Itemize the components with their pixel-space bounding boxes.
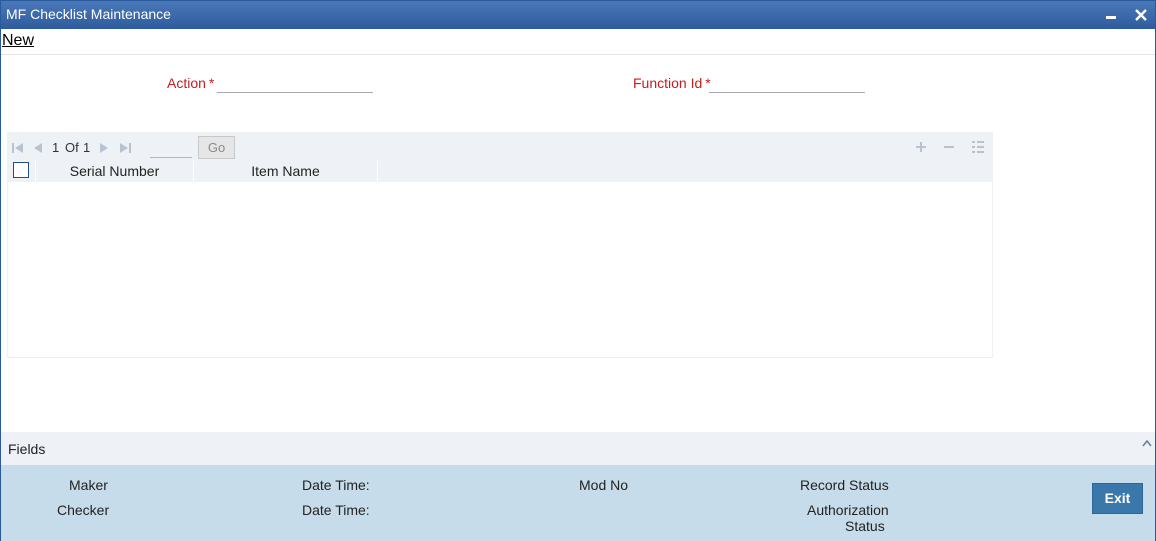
window-title: MF Checklist Maintenance	[6, 6, 171, 22]
go-button[interactable]: Go	[198, 136, 235, 159]
previous-page-icon[interactable]	[31, 141, 45, 155]
record-status-label: Record Status	[800, 477, 889, 493]
select-all-checkbox[interactable]	[13, 162, 29, 178]
title-bar: MF Checklist Maintenance	[1, 1, 1155, 29]
first-page-icon[interactable]	[11, 141, 25, 155]
total-pages: 1	[83, 140, 91, 155]
page-number-input[interactable]	[150, 138, 192, 158]
next-page-icon[interactable]	[97, 141, 111, 155]
fields-section-header[interactable]: Fields	[1, 432, 1155, 465]
fields-label: Fields	[8, 441, 46, 457]
function-id-input[interactable]	[709, 75, 865, 93]
add-row-icon[interactable]	[913, 140, 929, 156]
action-label: Action *	[167, 75, 215, 91]
maker-label: Maker	[69, 477, 108, 493]
maker-date-time-label: Date Time:	[302, 477, 370, 493]
checker-date-time-label: Date Time:	[302, 502, 370, 518]
exit-button[interactable]: Exit	[1092, 483, 1143, 514]
authorization-label: Authorization	[807, 502, 889, 518]
function-id-label: Function Id *	[633, 75, 711, 91]
chevron-up-icon[interactable]	[1141, 436, 1153, 447]
minimize-icon[interactable]	[1101, 5, 1121, 25]
column-header-serial-number[interactable]: Serial Number	[36, 161, 194, 182]
checklist-window: MF Checklist Maintenance New Action * Fun…	[0, 0, 1156, 541]
authorization-status-label: Status	[845, 518, 885, 534]
last-page-icon[interactable]	[118, 141, 132, 155]
close-icon[interactable]	[1131, 5, 1151, 25]
column-header-item-name[interactable]: Item Name	[194, 161, 378, 182]
mod-no-label: Mod No	[579, 477, 629, 493]
menu-bar: New	[1, 29, 1155, 55]
new-link[interactable]: New	[2, 32, 34, 50]
single-view-icon[interactable]	[970, 140, 986, 156]
checker-label: Checker	[57, 502, 110, 518]
grid-header: Serial Number Item Name	[8, 161, 992, 182]
checklist-grid: 1 Of 1 Go Serial Number Item Name	[7, 132, 993, 358]
select-all-cell	[8, 161, 36, 182]
of-label: Of	[65, 140, 79, 155]
action-input[interactable]	[217, 75, 373, 93]
current-page: 1	[52, 140, 60, 155]
grid-toolbar: 1 Of 1 Go	[8, 133, 992, 161]
delete-row-icon[interactable]	[941, 140, 957, 156]
audit-panel: Maker Checker Date Time: Date Time: Mod …	[1, 465, 1155, 541]
